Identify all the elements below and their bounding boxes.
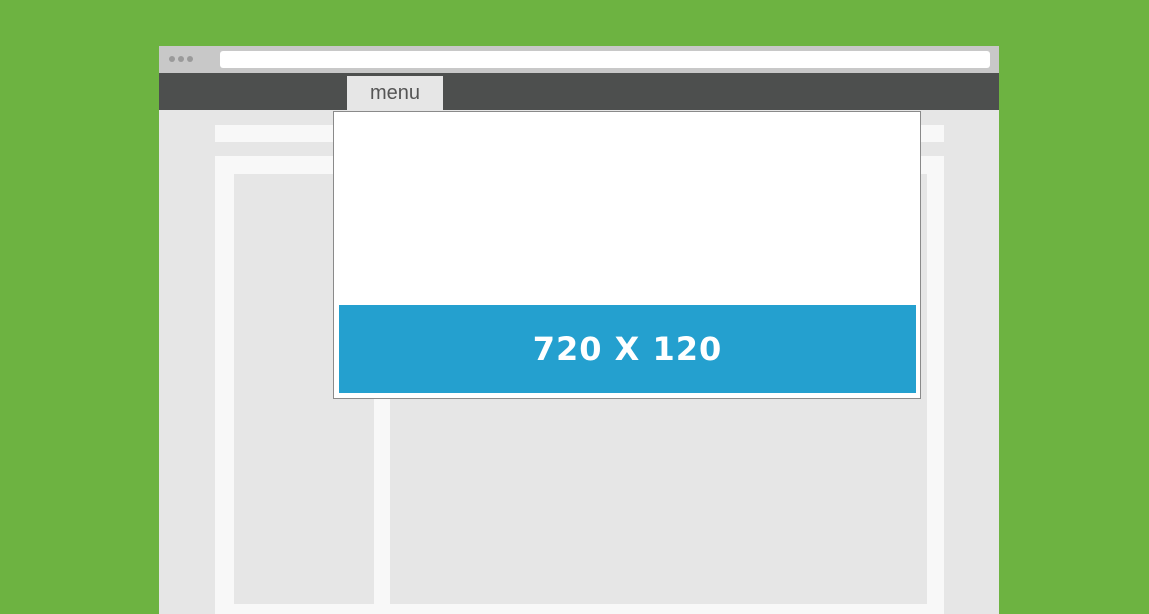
title-bar bbox=[159, 46, 999, 73]
window-dot-icon[interactable] bbox=[169, 56, 175, 62]
address-bar[interactable] bbox=[220, 51, 990, 68]
window-controls-icon bbox=[169, 56, 193, 62]
ad-banner-label: 720 X 120 bbox=[532, 330, 723, 368]
dropdown-menu-panel: 720 X 120 bbox=[333, 111, 921, 399]
window-dot-icon[interactable] bbox=[187, 56, 193, 62]
menu-button[interactable]: menu bbox=[347, 76, 443, 110]
nav-bar: menu bbox=[159, 73, 999, 110]
window-dot-icon[interactable] bbox=[178, 56, 184, 62]
ad-banner[interactable]: 720 X 120 bbox=[339, 305, 916, 393]
